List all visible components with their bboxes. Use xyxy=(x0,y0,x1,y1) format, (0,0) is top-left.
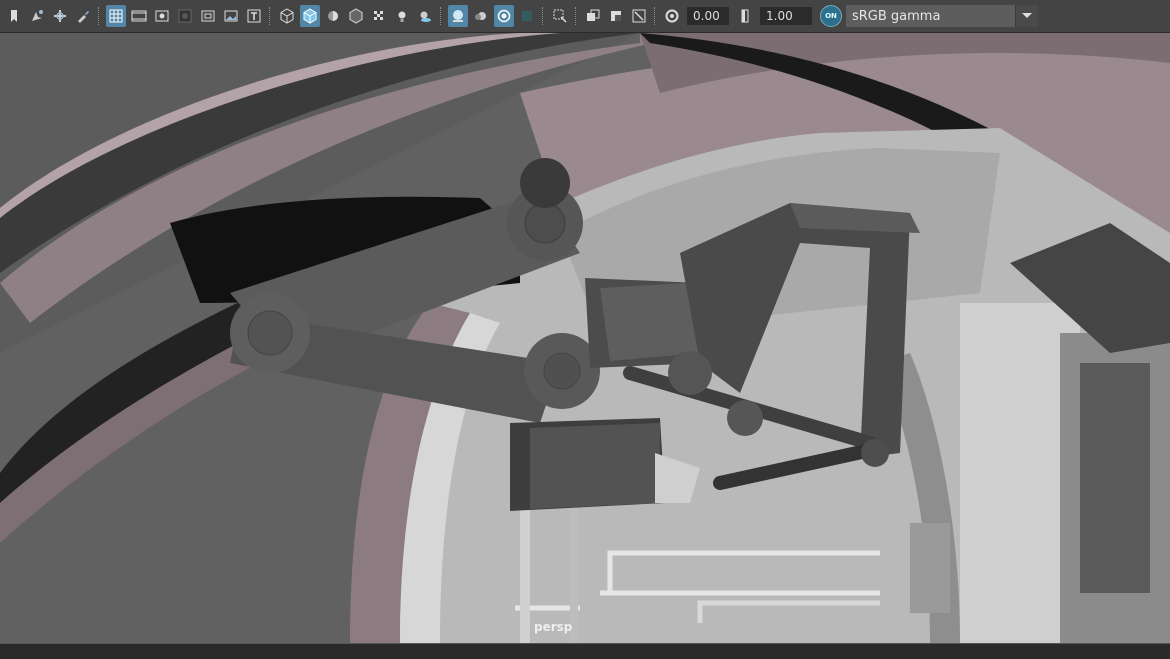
anti-aliasing-icon[interactable] xyxy=(493,5,514,27)
field-chart-icon[interactable] xyxy=(198,5,218,27)
isolate-select-icon[interactable] xyxy=(583,5,603,27)
exposure-field[interactable]: 0.00 xyxy=(687,7,729,25)
safe-title-icon[interactable] xyxy=(244,5,264,27)
exposure-icon[interactable] xyxy=(662,5,682,27)
toolbar-separator xyxy=(575,7,577,25)
viewport-panel[interactable] xyxy=(0,33,1170,643)
lighting-icon[interactable] xyxy=(392,5,412,27)
select-camera-icon[interactable] xyxy=(27,5,47,27)
brush-icon[interactable] xyxy=(73,5,93,27)
color-space-dropdown[interactable]: sRGB gamma xyxy=(846,5,1038,27)
color-management-icon[interactable]: ON xyxy=(820,5,842,27)
camera-label: persp xyxy=(534,620,573,634)
xray-joints-icon[interactable] xyxy=(606,5,626,27)
shadows-icon[interactable] xyxy=(415,5,435,27)
resolution-gate-icon[interactable] xyxy=(152,5,172,27)
color-space-label: sRGB gamma xyxy=(852,8,941,24)
grid-icon[interactable] xyxy=(105,5,126,27)
gamma-field[interactable]: 1.00 xyxy=(760,7,812,25)
scene-render xyxy=(0,33,1170,643)
chevron-down-icon[interactable] xyxy=(1015,5,1038,27)
depth-of-field-icon[interactable] xyxy=(517,5,537,27)
wireframe-icon[interactable] xyxy=(277,5,297,27)
film-gate-icon[interactable] xyxy=(129,5,149,27)
viewport-toolbar: 0.00 1.00 ON sRGB gamma xyxy=(0,0,1170,33)
toolbar-separator xyxy=(440,7,442,25)
motion-blur-icon[interactable] xyxy=(471,5,491,27)
image-plane-icon[interactable] xyxy=(221,5,241,27)
bounding-box-icon[interactable] xyxy=(346,5,366,27)
gate-mask-icon[interactable] xyxy=(175,5,195,27)
textured-icon[interactable] xyxy=(369,5,389,27)
xray-icon[interactable] xyxy=(550,5,570,27)
viewport-bottom-edge xyxy=(0,643,1170,659)
gamma-icon[interactable] xyxy=(735,5,755,27)
default-material-icon[interactable] xyxy=(323,5,343,27)
screen-space-ao-icon[interactable] xyxy=(447,5,468,27)
toolbar-separator xyxy=(654,7,656,25)
toolbar-separator xyxy=(269,7,271,25)
bookmark-icon[interactable] xyxy=(4,5,24,27)
xray-active-icon[interactable] xyxy=(629,5,649,27)
toolbar-separator xyxy=(542,7,544,25)
tumble-icon[interactable] xyxy=(50,5,70,27)
toolbar-separator xyxy=(98,7,100,25)
smooth-shade-icon[interactable] xyxy=(299,5,320,27)
